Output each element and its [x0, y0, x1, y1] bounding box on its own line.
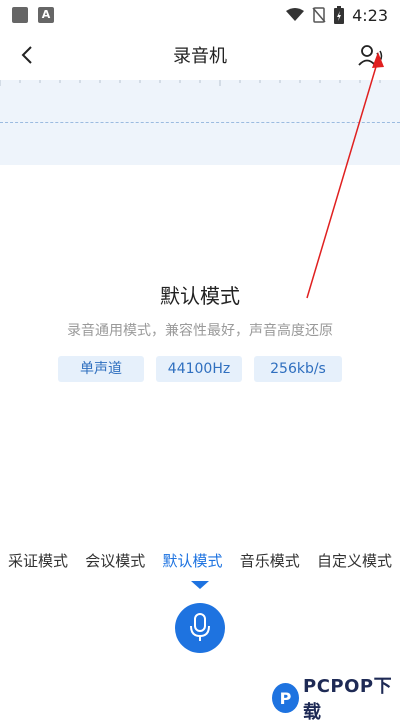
watermark: P PCPOP下载 [272, 672, 400, 724]
status-left: A [12, 7, 54, 23]
notification-square-icon [12, 7, 28, 23]
back-button[interactable] [12, 40, 42, 70]
tag-bitrate: 256kb/s [254, 356, 342, 382]
tag-sample-rate: 44100Hz [156, 356, 242, 382]
page-title: 录音机 [173, 46, 227, 67]
mode-evidence[interactable]: 采证模式 [8, 550, 68, 571]
user-voice-button[interactable] [356, 40, 386, 70]
mode-tags: 单声道 44100Hz 256kb/s [0, 356, 400, 382]
timeline-ticks [0, 80, 381, 86]
wifi-icon [286, 8, 305, 21]
record-button[interactable] [175, 603, 225, 653]
mode-selector: 采证模式 会议模式 默认模式 音乐模式 自定义模式 [0, 550, 400, 571]
mode-title: 默认模式 [160, 284, 240, 308]
user-voice-icon [358, 45, 383, 66]
mode-custom[interactable]: 自定义模式 [317, 550, 392, 571]
mode-music[interactable]: 音乐模式 [240, 550, 300, 571]
app-header: 录音机 [0, 30, 400, 80]
status-time: 4:23 [352, 5, 388, 25]
a-badge-icon: A [38, 7, 54, 23]
watermark-text: PCPOP下载 [303, 676, 393, 723]
microphone-icon [190, 613, 210, 641]
active-mode-indicator [191, 581, 209, 589]
mode-meeting[interactable]: 会议模式 [85, 550, 145, 571]
no-sim-icon [312, 7, 326, 23]
mode-description: 录音通用模式，兼容性最好，声音高度还原 [67, 323, 333, 339]
status-right: 4:23 [286, 6, 388, 25]
waveform-area [0, 80, 400, 165]
battery-charging-icon [334, 6, 345, 24]
mode-default[interactable]: 默认模式 [162, 550, 222, 571]
waveform-baseline [0, 122, 400, 123]
chevron-left-icon [21, 46, 32, 64]
tag-channel: 单声道 [58, 356, 144, 382]
watermark-logo: P [272, 683, 300, 713]
status-bar: A 4:23 [0, 0, 400, 30]
